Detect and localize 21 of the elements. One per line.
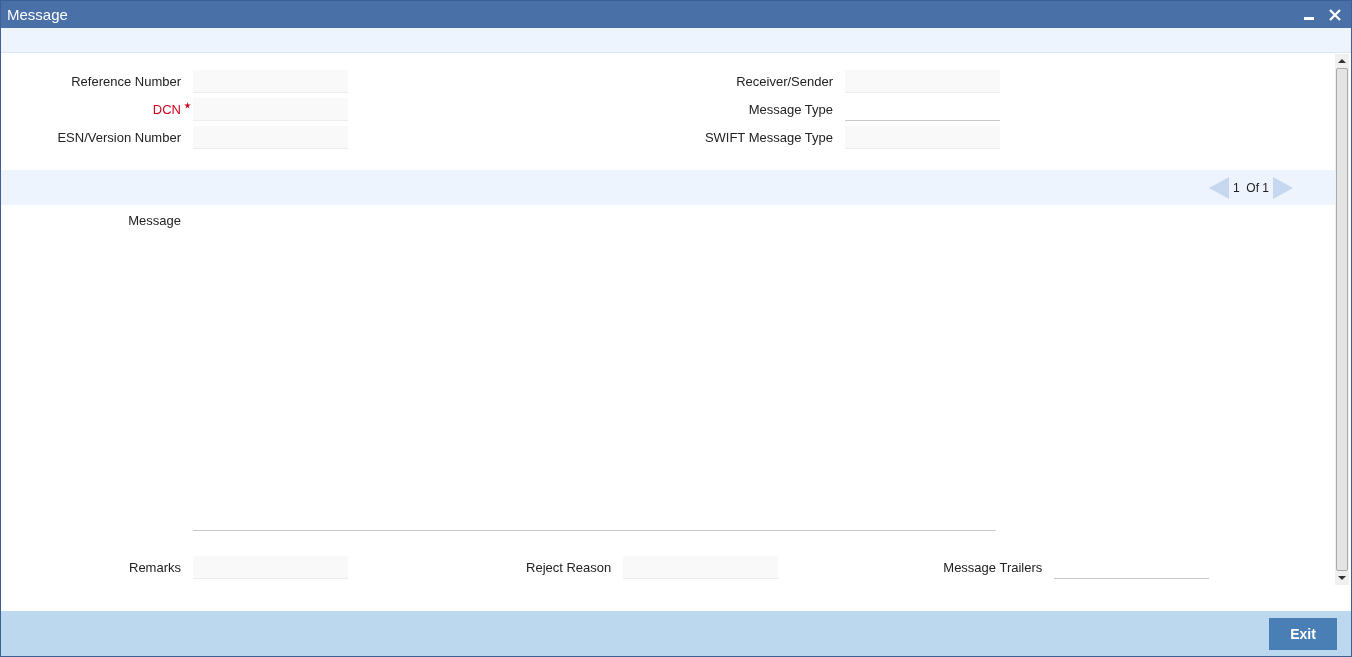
field-label: Message Trailers xyxy=(943,560,1043,575)
scroll-thumb[interactable] xyxy=(1336,68,1348,571)
required-icon xyxy=(183,102,191,109)
scrollbar[interactable] xyxy=(1335,54,1349,585)
exit-button[interactable]: Exit xyxy=(1269,617,1337,650)
field-label: Reference Number xyxy=(70,74,181,89)
previous-icon[interactable] xyxy=(1208,176,1229,199)
field-label: DCN xyxy=(151,102,181,117)
window-title: Message xyxy=(7,6,68,23)
field-label: Remarks xyxy=(129,560,181,575)
scroll-up-icon[interactable] xyxy=(1338,58,1346,64)
field-label: ESN/Version Number xyxy=(56,130,181,145)
field-label: SWIFT Message Type xyxy=(703,130,833,145)
field-label: Message xyxy=(127,212,181,230)
close-icon[interactable] xyxy=(1329,8,1341,21)
field-label: Message Type xyxy=(747,102,833,117)
scroll-down-icon[interactable] xyxy=(1338,575,1346,581)
field-label: Receiver/Sender xyxy=(735,74,833,89)
field-label: Reject Reason xyxy=(526,560,612,575)
next-icon[interactable] xyxy=(1273,176,1293,199)
page-indicator: 1 Of 1 xyxy=(1232,180,1269,195)
